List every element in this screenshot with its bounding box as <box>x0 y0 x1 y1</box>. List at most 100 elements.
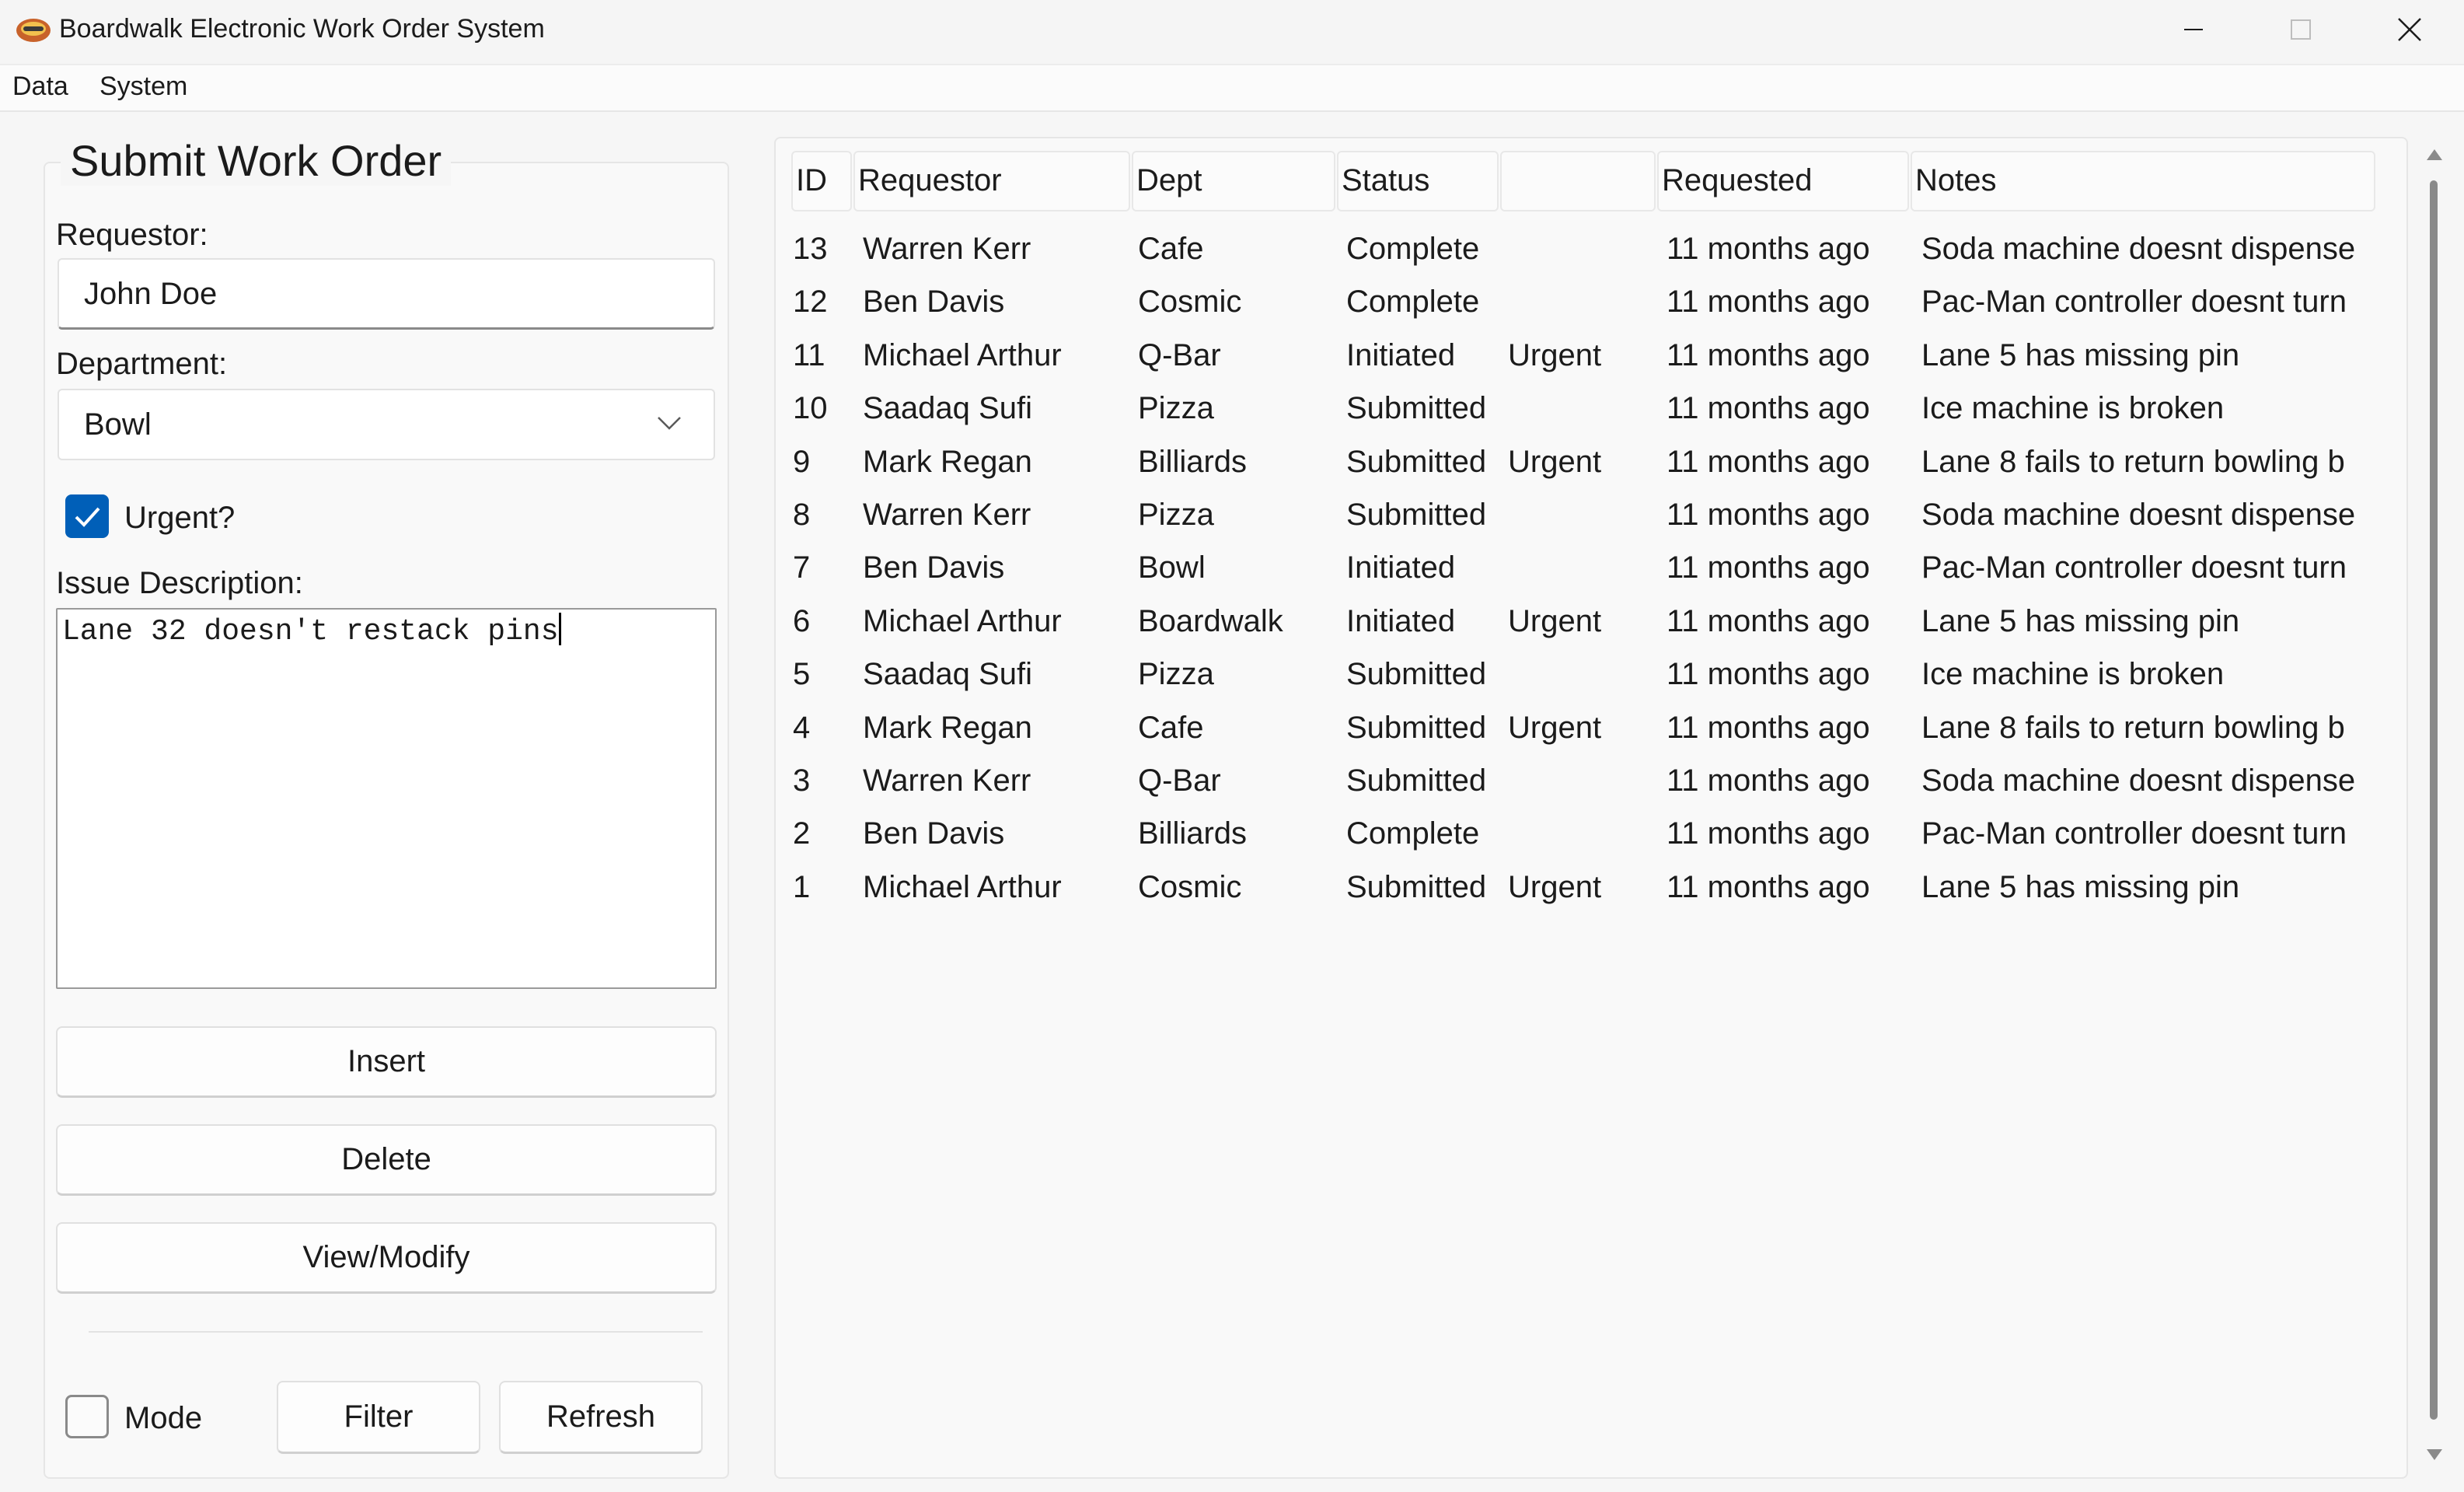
column-header-urgent[interactable] <box>1500 151 1656 211</box>
table-row[interactable]: 10 Saadaq Sufi Pizza Submitted 11 months ago… <box>776 385 2406 438</box>
issue-description-text: Lane 32 doesn't restack pins <box>62 615 559 648</box>
cell-id: 8 <box>793 498 811 532</box>
urgent-checkbox[interactable] <box>65 494 109 538</box>
cell-dept: Pizza <box>1138 657 1214 692</box>
column-header-notes[interactable]: Notes <box>1911 151 2375 211</box>
cell-requestor: Michael Arthur <box>863 603 1062 638</box>
cell-requestor: Ben Davis <box>863 550 1005 585</box>
table-row[interactable]: 5 Saadaq Sufi Pizza Submitted 11 months ago I… <box>776 651 2406 704</box>
table-row[interactable]: 11 Michael Arthur Q-Bar Initiated Urgent 11 m… <box>776 332 2406 385</box>
cell-status: Initiated <box>1346 337 1456 372</box>
cell-id: 6 <box>793 603 811 638</box>
column-header-id[interactable]: ID <box>791 151 852 211</box>
menu-bar: Data System <box>0 65 2464 112</box>
cell-requestor: Saadaq Sufi <box>863 657 1032 692</box>
cell-id: 13 <box>793 232 828 266</box>
table-row[interactable]: 2 Ben Davis Billiards Complete 11 months ago… <box>776 810 2406 863</box>
scroll-thumb[interactable] <box>2430 180 2438 1420</box>
table-row[interactable]: 4 Mark Regan Cafe Submitted Urgent 11 months … <box>776 704 2406 757</box>
cell-dept: Billiards <box>1138 816 1248 851</box>
cell-requested: 11 months ago <box>1667 444 1870 479</box>
window-title: Boardwalk Electronic Work Order System <box>59 14 545 44</box>
menu-data[interactable]: Data <box>12 72 68 102</box>
cell-requestor: Ben Davis <box>863 285 1005 320</box>
table-row[interactable]: 7 Ben Davis Bowl Initiated 11 months ago Pac-… <box>776 544 2406 597</box>
cell-notes: Lane 5 has missing pin <box>1921 869 2240 904</box>
minimize-icon <box>2184 29 2203 30</box>
table-row[interactable]: 9 Mark Regan Billiards Submitted Urgent 11 mo… <box>776 439 2406 491</box>
cell-dept: Pizza <box>1138 391 1214 426</box>
cell-dept: Cosmic <box>1138 869 1242 904</box>
issue-description-textarea[interactable]: Lane 32 doesn't restack pins <box>56 608 717 989</box>
cell-requested: 11 months ago <box>1667 710 1870 745</box>
refresh-button[interactable]: Refresh <box>499 1381 703 1454</box>
table-row[interactable]: 13 Warren Kerr Cafe Complete 11 months ago So… <box>776 225 2406 278</box>
view-modify-button[interactable]: View/Modify <box>56 1222 717 1294</box>
column-header-dept[interactable]: Dept <box>1132 151 1335 211</box>
insert-button[interactable]: Insert <box>56 1026 717 1098</box>
title-bar: Boardwalk Electronic Work Order System <box>0 0 2464 65</box>
cell-id: 5 <box>793 657 811 692</box>
cell-notes: Pac-Man controller doesnt turn <box>1921 550 2347 585</box>
table-row[interactable]: 8 Warren Kerr Pizza Submitted 11 months ago S… <box>776 491 2406 544</box>
cell-status: Complete <box>1346 232 1480 266</box>
divider <box>89 1331 703 1333</box>
cell-status: Submitted <box>1346 710 1487 745</box>
minimize-button[interactable] <box>2139 0 2248 59</box>
cell-status: Complete <box>1346 285 1480 320</box>
close-icon <box>2398 18 2421 41</box>
vertical-scrollbar[interactable] <box>2419 137 2450 1476</box>
close-button[interactable] <box>2355 0 2464 59</box>
table-row[interactable]: 6 Michael Arthur Boardwalk Initiated Urgent 1… <box>776 598 2406 651</box>
column-header-requested[interactable]: Requested <box>1657 151 1909 211</box>
cell-id: 12 <box>793 285 828 320</box>
scroll-down-arrow-icon[interactable] <box>2424 1443 2445 1465</box>
cell-urgent: Urgent <box>1508 337 1602 372</box>
menu-system[interactable]: System <box>99 72 187 102</box>
table-row[interactable]: 12 Ben Davis Cosmic Complete 11 months ago Pa… <box>776 278 2406 331</box>
cell-dept: Cafe <box>1138 232 1204 266</box>
cell-requestor: Mark Regan <box>863 710 1032 745</box>
cell-requested: 11 months ago <box>1667 869 1870 904</box>
cell-id: 11 <box>793 337 825 372</box>
delete-button[interactable]: Delete <box>56 1124 717 1196</box>
boardwalk-logo-icon <box>16 19 51 42</box>
cell-dept: Cosmic <box>1138 285 1242 320</box>
cell-status: Complete <box>1346 816 1480 851</box>
cell-requestor: Mark Regan <box>863 444 1032 479</box>
requestor-input[interactable]: John Doe <box>58 258 715 330</box>
cell-dept: Boardwalk <box>1138 603 1283 638</box>
cell-requestor: Warren Kerr <box>863 232 1031 266</box>
filter-button[interactable]: Filter <box>277 1381 480 1454</box>
table-row[interactable]: 1 Michael Arthur Cosmic Submitted Urgent 11 m… <box>776 864 2406 917</box>
submit-work-order-panel: Submit Work Order Requestor: John Doe De… <box>44 135 729 1479</box>
cell-id: 10 <box>793 391 828 426</box>
cell-status: Initiated <box>1346 550 1456 585</box>
cell-status: Submitted <box>1346 763 1487 798</box>
cell-notes: Ice machine is broken <box>1921 391 2225 426</box>
department-select[interactable]: Bowl <box>58 389 715 460</box>
issue-description-label: Issue Description: <box>56 566 303 600</box>
column-header-status[interactable]: Status <box>1337 151 1499 211</box>
column-header-requestor[interactable]: Requestor <box>853 151 1130 211</box>
maximize-button[interactable] <box>2246 0 2355 59</box>
table-row[interactable]: 3 Warren Kerr Q-Bar Submitted 11 months ago S… <box>776 757 2406 810</box>
cell-notes: Soda machine doesnt dispense <box>1921 232 2356 266</box>
cell-dept: Bowl <box>1138 550 1206 585</box>
cell-status: Initiated <box>1346 603 1456 638</box>
cell-requestor: Warren Kerr <box>863 763 1031 798</box>
cell-notes: Lane 8 fails to return bowling b <box>1921 444 2345 479</box>
urgent-label: Urgent? <box>124 501 236 535</box>
cell-requestor: Michael Arthur <box>863 869 1062 904</box>
mode-checkbox[interactable] <box>65 1395 109 1438</box>
cell-status: Submitted <box>1346 657 1487 692</box>
cell-requestor: Ben Davis <box>863 816 1005 851</box>
scroll-up-arrow-icon[interactable] <box>2424 145 2445 166</box>
cell-status: Submitted <box>1346 444 1487 479</box>
cell-notes: Pac-Man controller doesnt turn <box>1921 285 2347 320</box>
cell-urgent: Urgent <box>1508 444 1602 479</box>
cell-notes: Ice machine is broken <box>1921 657 2225 692</box>
cell-status: Submitted <box>1346 869 1487 904</box>
cell-dept: Cafe <box>1138 710 1204 745</box>
checkmark-icon <box>75 507 100 527</box>
